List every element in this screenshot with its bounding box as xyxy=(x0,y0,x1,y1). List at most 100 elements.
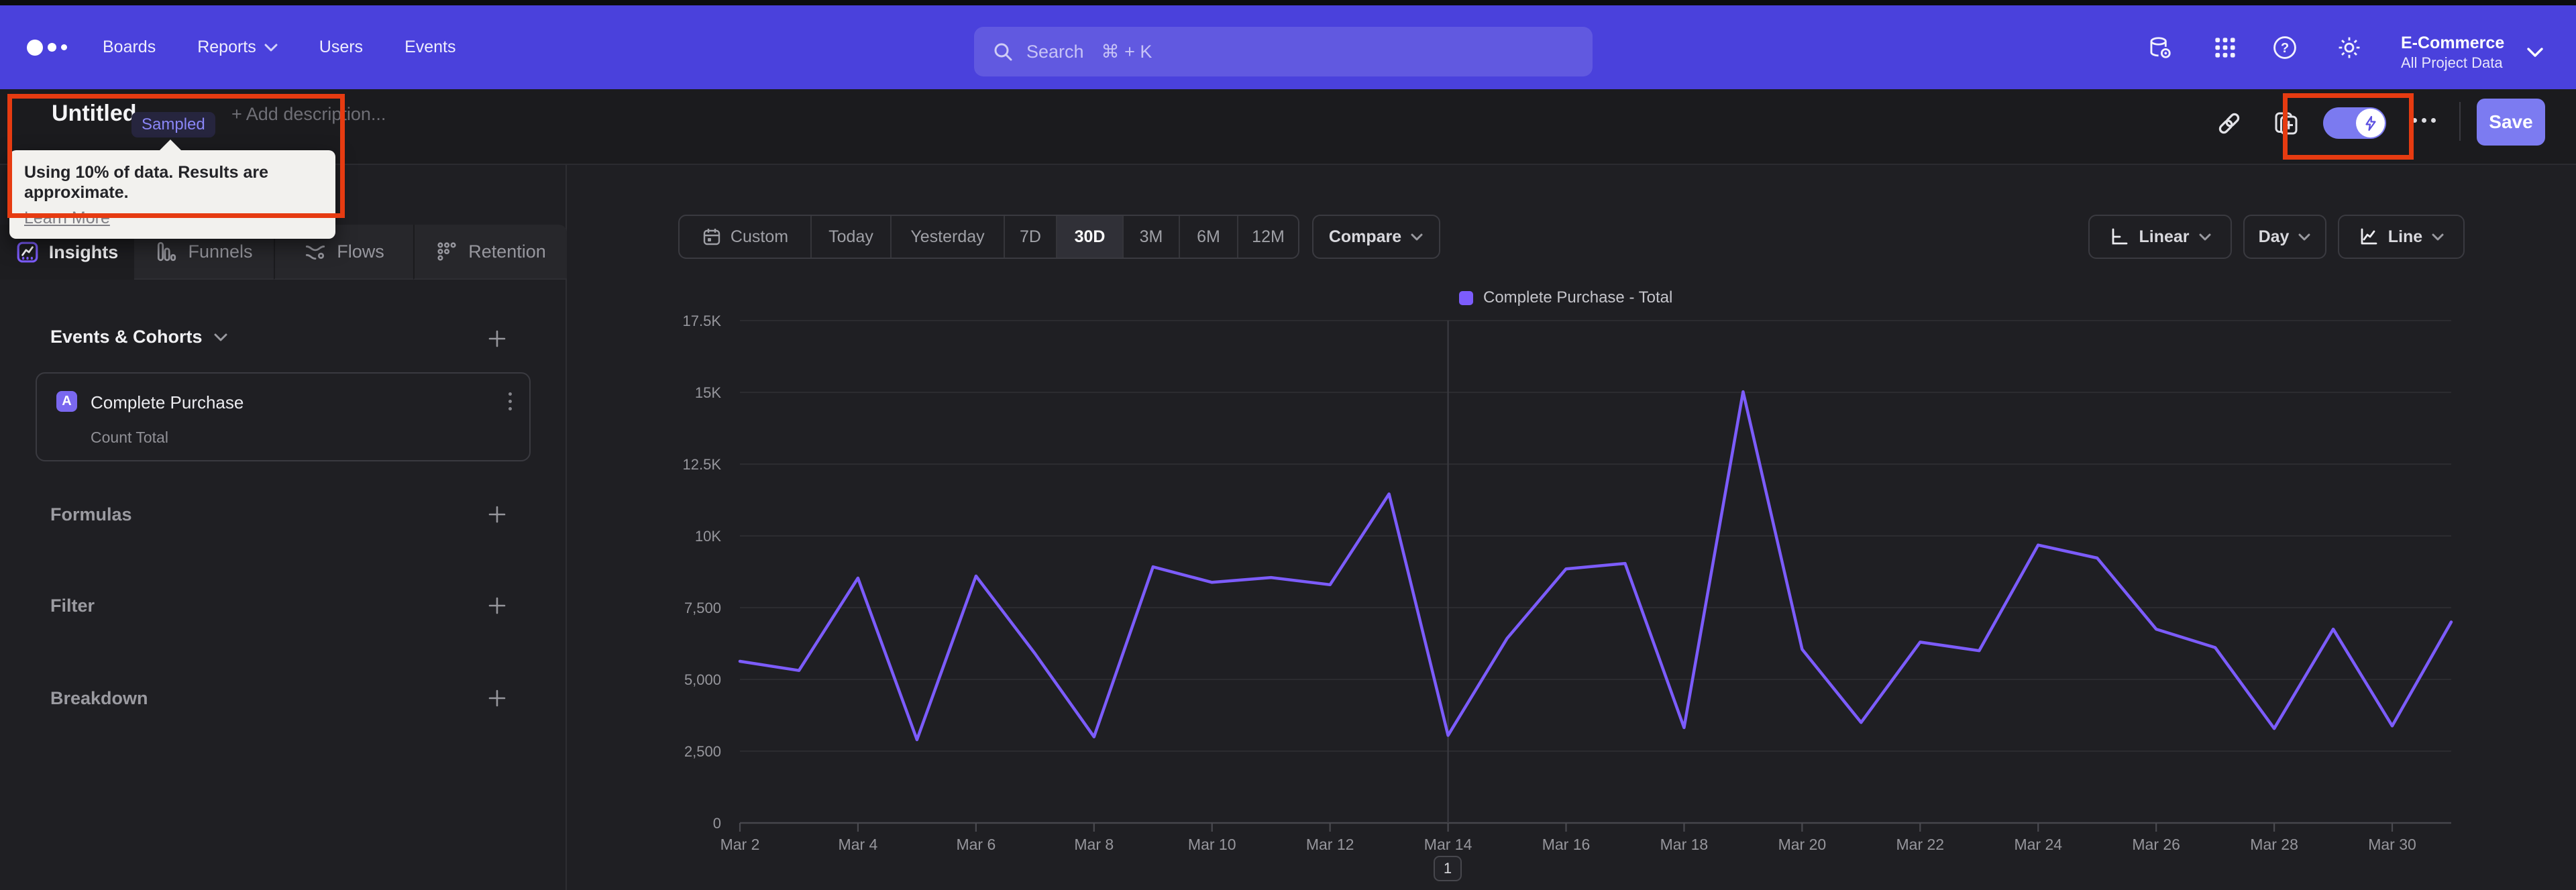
section-breakdown: Breakdown xyxy=(50,688,148,708)
range-label: 30D xyxy=(1074,227,1106,246)
project-name: E-Commerce xyxy=(2401,34,2505,52)
tooltip-text: Using 10% of data. Results are approxima… xyxy=(24,163,269,202)
project-scope: All Project Data xyxy=(2401,54,2503,71)
add-breakdown-button[interactable] xyxy=(485,686,509,710)
compare-dropdown[interactable]: Compare xyxy=(1312,215,1440,259)
help-icon[interactable]: ? xyxy=(2270,33,2300,62)
range-yesterday[interactable]: Yesterday xyxy=(890,216,1004,258)
data-management-icon[interactable] xyxy=(2145,33,2175,62)
nav-item-reports[interactable]: Reports xyxy=(197,38,278,57)
chevron-down-icon xyxy=(1410,233,1424,241)
search-input[interactable]: Search ⌘ + K xyxy=(974,27,1593,76)
save-button[interactable]: Save xyxy=(2477,99,2545,146)
linear-axis-icon xyxy=(2108,226,2130,247)
nav-label: Boards xyxy=(103,38,156,56)
search-placeholder: Search xyxy=(1026,41,1084,62)
copy-link-icon[interactable] xyxy=(2214,109,2244,138)
tab-label: Retention xyxy=(468,241,546,262)
search-icon xyxy=(994,43,1012,61)
date-range-control: Custom Today Yesterday 7D 30D 3M 6M 12M xyxy=(678,215,1299,259)
flows-icon xyxy=(304,240,327,263)
sampling-tooltip: Using 10% of data. Results are approxima… xyxy=(9,140,335,239)
divider xyxy=(2459,102,2461,141)
event-metric[interactable]: Count Total xyxy=(91,429,168,447)
range-today[interactable]: Today xyxy=(810,216,890,258)
report-header xyxy=(0,89,2576,165)
range-label: 12M xyxy=(1252,227,1285,246)
range-custom[interactable]: Custom xyxy=(680,216,810,258)
top-navbar: Boards Reports Users Events Search ⌘ + K … xyxy=(0,5,2576,89)
chevron-down-icon xyxy=(214,333,227,341)
range-label: 6M xyxy=(1197,227,1220,246)
retention-icon xyxy=(435,240,458,263)
event-letter-badge: A xyxy=(56,391,77,412)
add-filter-button[interactable] xyxy=(485,594,509,618)
apps-grid-icon[interactable] xyxy=(2210,33,2240,62)
tab-retention[interactable]: Retention xyxy=(413,225,567,280)
event-row-complete-purchase[interactable]: A Complete Purchase Count Total xyxy=(36,372,531,461)
nav-label: Reports xyxy=(197,38,256,56)
tab-label: Insights xyxy=(48,241,119,262)
range-12m[interactable]: 12M xyxy=(1237,216,1298,258)
mixpanel-logo-icon[interactable] xyxy=(27,5,67,89)
range-30d[interactable]: 30D xyxy=(1056,216,1122,258)
scale-dropdown[interactable]: Linear xyxy=(2088,215,2232,259)
section-label: Events & Cohorts xyxy=(50,327,203,347)
chevron-down-icon xyxy=(2198,233,2212,241)
range-7d[interactable]: 7D xyxy=(1004,216,1056,258)
nav-label: Users xyxy=(319,38,364,56)
section-filter: Filter xyxy=(50,596,95,616)
svg-text:?: ? xyxy=(2281,41,2289,56)
add-formula-button[interactable] xyxy=(485,502,509,526)
nav-label: Events xyxy=(405,38,456,56)
chart-type-dropdown[interactable]: Line xyxy=(2338,215,2465,259)
tab-label: Funnels xyxy=(188,241,253,262)
range-6m[interactable]: 6M xyxy=(1179,216,1237,258)
chart-legend[interactable]: Complete Purchase - Total xyxy=(1459,288,1672,307)
nav-item-users[interactable]: Users xyxy=(319,38,363,57)
add-to-board-icon[interactable] xyxy=(2271,109,2301,138)
more-options-button[interactable] xyxy=(2412,118,2436,123)
interval-label: Day xyxy=(2258,227,2290,246)
add-event-button[interactable] xyxy=(485,327,509,351)
range-label: Yesterday xyxy=(910,227,985,246)
report-title[interactable]: Untitled xyxy=(52,101,137,127)
line-chart-icon xyxy=(2358,226,2379,247)
window-top-strip xyxy=(0,0,2576,5)
calendar-icon xyxy=(703,229,720,245)
event-options-kebab-icon[interactable] xyxy=(508,392,512,410)
section-formulas: Formulas xyxy=(50,504,132,524)
insights-icon xyxy=(16,241,39,264)
interval-dropdown[interactable]: Day xyxy=(2243,215,2326,259)
sampled-badge[interactable]: Sampled xyxy=(131,112,215,137)
add-description-button[interactable]: + Add description... xyxy=(231,104,386,125)
nav-item-boards[interactable]: Boards xyxy=(103,38,156,57)
range-label: Today xyxy=(828,227,873,246)
settings-gear-icon[interactable] xyxy=(2334,33,2364,62)
search-shortcut: ⌘ + K xyxy=(1101,41,1152,62)
events-cohorts-header[interactable]: Events & Cohorts xyxy=(50,327,228,347)
funnels-icon xyxy=(155,240,178,263)
range-label: 7D xyxy=(1020,227,1041,246)
bolt-icon xyxy=(2356,109,2385,137)
range-label: Custom xyxy=(730,227,789,246)
chevron-down-icon[interactable] xyxy=(2526,47,2544,61)
learn-more-link[interactable]: Learn More xyxy=(24,209,110,228)
chevron-down-icon xyxy=(264,44,278,51)
mixpanel-insights-app: 0 2,500 5,000 7,500 10K 12.5K 15K 17.5K Mar 2 Mar… xyxy=(0,0,2576,890)
chart-type-label: Line xyxy=(2387,227,2423,246)
chevron-down-icon xyxy=(2431,233,2445,241)
main-nav: Boards Reports Users Events xyxy=(103,5,456,89)
nav-item-events[interactable]: Events xyxy=(405,38,455,57)
compare-label: Compare xyxy=(1328,227,1402,246)
legend-swatch xyxy=(1459,290,1473,305)
event-name: Complete Purchase xyxy=(91,392,244,412)
project-switcher[interactable]: E-Commerce All Project Data xyxy=(2401,32,2504,72)
legend-label: Complete Purchase - Total xyxy=(1483,288,1673,307)
sampling-toggle[interactable] xyxy=(2323,107,2386,139)
scale-label: Linear xyxy=(2139,227,2190,246)
chevron-down-icon xyxy=(2298,233,2311,241)
chart-page-button[interactable]: 1 xyxy=(1434,856,1462,881)
range-label: 3M xyxy=(1139,227,1163,246)
range-3m[interactable]: 3M xyxy=(1122,216,1179,258)
